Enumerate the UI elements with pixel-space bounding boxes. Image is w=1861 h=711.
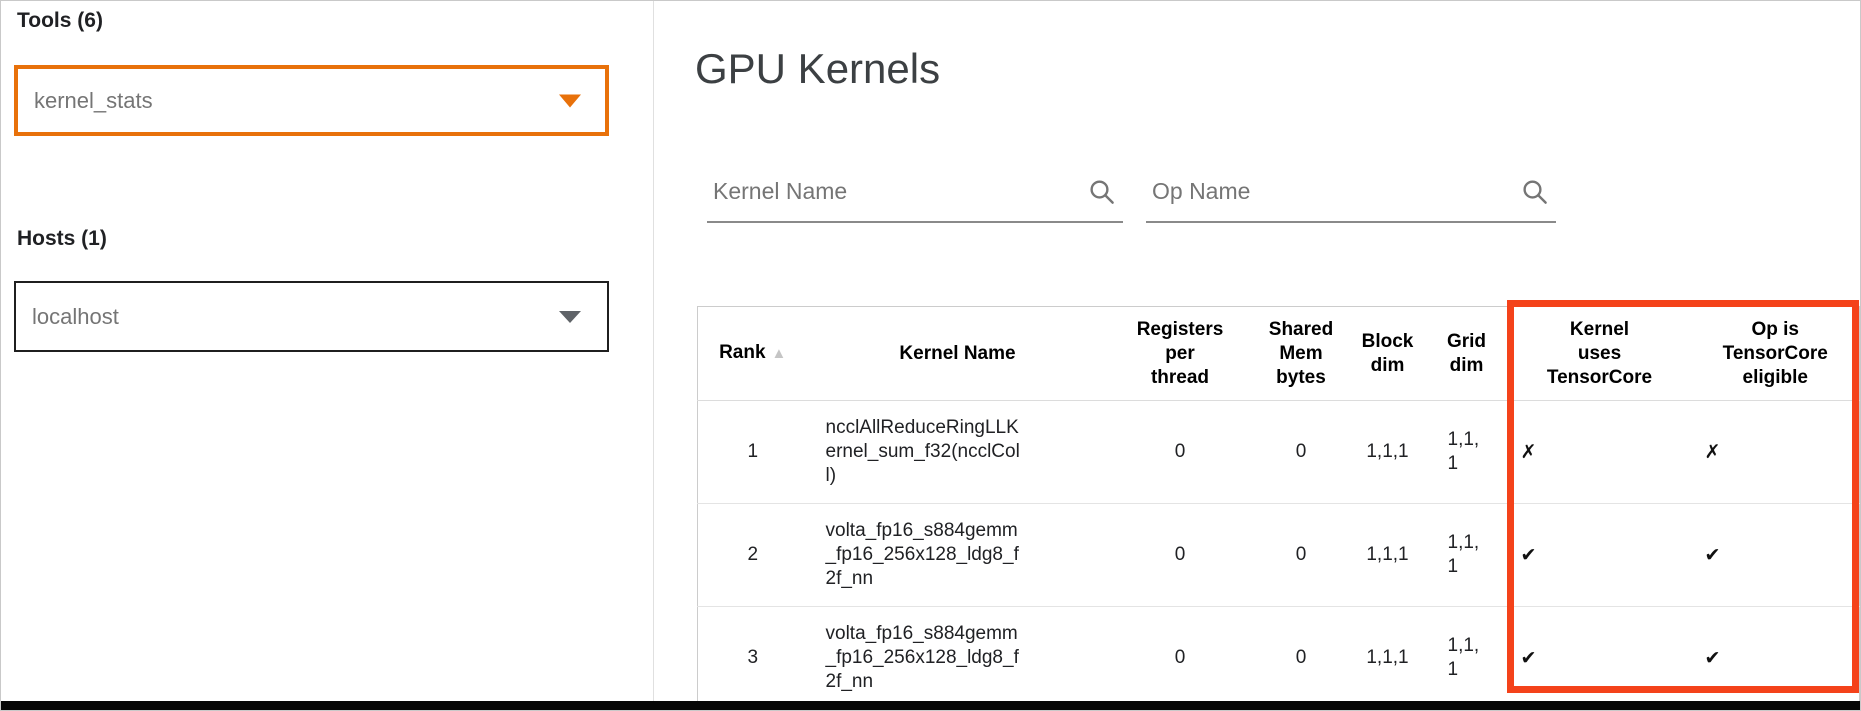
cell-grid_dim: 1,1,1 [1426, 504, 1508, 607]
cell-block_dim: 1,1,1 [1350, 401, 1426, 504]
cell-registers_per_thread: 0 [1108, 607, 1253, 710]
cell-kernel_uses_tensorcore: ✗ [1508, 401, 1692, 504]
cell-op_tensorcore_eligible: ✔ [1692, 607, 1860, 710]
cell-shared_mem_bytes: 0 [1253, 504, 1350, 607]
column-header-op_tensorcore_eligible[interactable]: Op is TensorCore eligible [1692, 307, 1860, 401]
cell-rank: 3 [698, 607, 808, 710]
bottom-border-bar [1, 701, 1860, 710]
kernel-name-filter-input[interactable] [707, 169, 1123, 223]
sort-ascending-icon: ▲ [772, 345, 787, 362]
op-name-filter [1146, 169, 1556, 223]
cell-rank: 2 [698, 504, 808, 607]
cell-kernel_name: volta_fp16_s884gemm_fp16_256x128_ldg8_f2… [808, 607, 1108, 710]
gpu-kernels-table: Rank ▲ Kernel Name Registers per thread Shar… [697, 306, 1860, 710]
sidebar-divider [653, 1, 654, 703]
cell-kernel_uses_tensorcore: ✔ [1508, 504, 1692, 607]
cell-op_tensorcore_eligible: ✔ [1692, 504, 1860, 607]
column-header-kernel_name[interactable]: Kernel Name [808, 307, 1108, 401]
table-row: 2volta_fp16_s884gemm_fp16_256x128_ldg8_f… [698, 504, 1860, 607]
cell-text: 1,1,1 [1448, 634, 1486, 682]
column-header-shared_mem_bytes[interactable]: Shared Mem bytes [1253, 307, 1350, 401]
check-mark-icon: ✔ [1521, 544, 1537, 566]
profiler-page: Tools (6) kernel_stats Hosts (1) localho… [0, 0, 1861, 711]
cell-text: volta_fp16_s884gemm_fp16_256x128_ldg8_f2… [826, 622, 1023, 694]
cell-grid_dim: 1,1,1 [1426, 401, 1508, 504]
caret-down-icon [559, 94, 581, 107]
cell-registers_per_thread: 0 [1108, 504, 1253, 607]
hosts-section-label: Hosts (1) [17, 227, 107, 251]
cell-kernel_uses_tensorcore: ✔ [1508, 607, 1692, 710]
column-header-block_dim[interactable]: Block dim [1350, 307, 1426, 401]
cell-block_dim: 1,1,1 [1350, 607, 1426, 710]
cell-grid_dim: 1,1,1 [1426, 607, 1508, 710]
x-mark-icon: ✗ [1705, 441, 1721, 463]
table-row: 3volta_fp16_s884gemm_fp16_256x128_ldg8_f… [698, 607, 1860, 710]
cell-block_dim: 1,1,1 [1350, 504, 1426, 607]
tools-section-label: Tools (6) [17, 9, 103, 33]
tools-select-value: kernel_stats [34, 88, 153, 114]
cell-kernel_name: volta_fp16_s884gemm_fp16_256x128_ldg8_f2… [808, 504, 1108, 607]
column-header-label: Kernel uses TensorCore [1547, 319, 1652, 388]
hosts-select-value: localhost [32, 304, 119, 330]
column-header-grid_dim[interactable]: Grid dim [1426, 307, 1508, 401]
tools-select[interactable]: kernel_stats [14, 65, 609, 136]
check-mark-icon: ✔ [1705, 544, 1721, 566]
cell-op_tensorcore_eligible: ✗ [1692, 401, 1860, 504]
column-header-label: Shared Mem bytes [1269, 319, 1333, 388]
check-mark-icon: ✔ [1705, 647, 1721, 669]
cell-registers_per_thread: 0 [1108, 401, 1253, 504]
column-header-kernel_uses_tensorcore[interactable]: Kernel uses TensorCore [1508, 307, 1692, 401]
cell-text: 1,1,1 [1448, 531, 1486, 579]
check-mark-icon: ✔ [1521, 647, 1537, 669]
column-header-label: Registers per thread [1137, 319, 1224, 388]
cell-shared_mem_bytes: 0 [1253, 607, 1350, 710]
cell-shared_mem_bytes: 0 [1253, 401, 1350, 504]
column-header-label: Block dim [1362, 331, 1414, 376]
cell-text: ncclAllReduceRingLLKernel_sum_f32(ncclCo… [826, 416, 1023, 488]
column-header-label: Rank [719, 342, 765, 363]
cell-text: 1,1,1 [1448, 428, 1486, 476]
x-mark-icon: ✗ [1521, 441, 1537, 463]
column-header-registers_per_thread[interactable]: Registers per thread [1108, 307, 1253, 401]
search-icon [1520, 177, 1550, 207]
caret-down-icon [559, 311, 581, 323]
cell-rank: 1 [698, 401, 808, 504]
hosts-select[interactable]: localhost [14, 281, 609, 352]
cell-text: volta_fp16_s884gemm_fp16_256x128_ldg8_f2… [826, 519, 1023, 591]
search-icon [1087, 177, 1117, 207]
kernel-name-filter [707, 169, 1123, 223]
table-header-row: Rank ▲ Kernel Name Registers per thread Shar… [698, 307, 1860, 401]
table-row: 1ncclAllReduceRingLLKernel_sum_f32(ncclC… [698, 401, 1860, 504]
op-name-filter-input[interactable] [1146, 169, 1556, 223]
column-header-rank[interactable]: Rank ▲ [698, 307, 808, 401]
page-title: GPU Kernels [695, 45, 940, 93]
column-header-label: Kernel Name [899, 343, 1015, 364]
cell-kernel_name: ncclAllReduceRingLLKernel_sum_f32(ncclCo… [808, 401, 1108, 504]
column-header-label: Op is TensorCore eligible [1723, 319, 1828, 388]
column-header-label: Grid dim [1447, 331, 1486, 376]
